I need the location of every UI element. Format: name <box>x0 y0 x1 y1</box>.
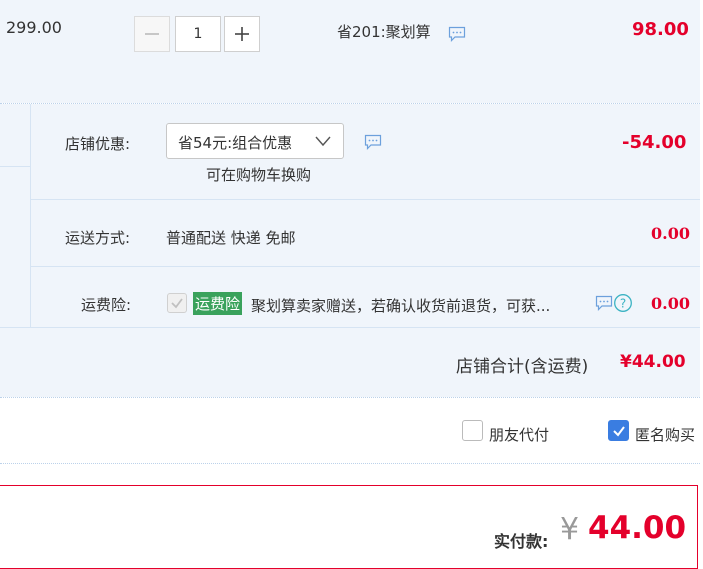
shop-discount-hint: 可在购物车换购 <box>206 166 312 184</box>
plus-icon <box>235 27 249 41</box>
check-icon <box>613 426 625 437</box>
payment-currency: ¥ <box>560 512 580 547</box>
shipping-amount: 0.00 <box>651 224 690 243</box>
shop-total-amount: ¥44.00 <box>620 352 686 372</box>
row-divider <box>31 199 700 200</box>
shop-discount-select[interactable]: 省54元:组合优惠 <box>166 123 344 159</box>
item-subtotal: 98.00 <box>632 19 689 40</box>
row-divider <box>31 266 700 267</box>
friend-pay-label[interactable]: 朋友代付 <box>489 424 549 445</box>
svg-text:?: ? <box>620 297 626 311</box>
payment-amount: 44.00 <box>588 510 687 546</box>
insurance-label: 运费险: <box>81 296 132 314</box>
item-row <box>0 0 700 103</box>
quantity-input[interactable]: 1 <box>175 16 221 52</box>
friend-pay-checkbox[interactable] <box>462 420 483 441</box>
shipping-label: 运送方式: <box>65 229 131 247</box>
decrease-quantity-button[interactable] <box>134 16 170 52</box>
row-divider <box>0 327 700 328</box>
divider <box>0 463 700 464</box>
unit-price: 299.00 <box>6 18 62 37</box>
item-promo: 省201:聚划算 <box>337 23 431 41</box>
row-divider <box>0 166 30 167</box>
increase-quantity-button[interactable] <box>224 16 260 52</box>
anonymous-checkbox[interactable] <box>608 420 629 441</box>
divider <box>0 397 700 398</box>
shipping-method: 普通配送 快递 免邮 <box>166 229 296 247</box>
minus-icon <box>145 33 159 35</box>
insurance-tag: 运费险 <box>193 292 243 315</box>
chat-icon[interactable] <box>595 295 613 312</box>
anonymous-label[interactable]: 匿名购买 <box>635 424 695 445</box>
check-icon <box>171 298 183 309</box>
help-icon[interactable]: ? <box>613 293 633 313</box>
insurance-checkbox <box>167 293 187 313</box>
insurance-desc: 聚划算卖家赠送，若确认收货前退货，可获... <box>251 297 551 315</box>
shop-total-label: 店铺合计(含运费) <box>456 357 589 377</box>
insurance-amount: 0.00 <box>651 294 690 313</box>
payment-label: 实付款: <box>494 532 549 551</box>
shop-discount-amount: -54.00 <box>622 132 687 153</box>
chat-icon[interactable] <box>448 26 466 43</box>
chat-icon[interactable] <box>364 134 382 151</box>
shop-discount-selected: 省54元:组合优惠 <box>178 134 293 152</box>
shop-discount-label: 店铺优惠: <box>65 135 131 153</box>
chevron-down-icon <box>315 136 331 147</box>
